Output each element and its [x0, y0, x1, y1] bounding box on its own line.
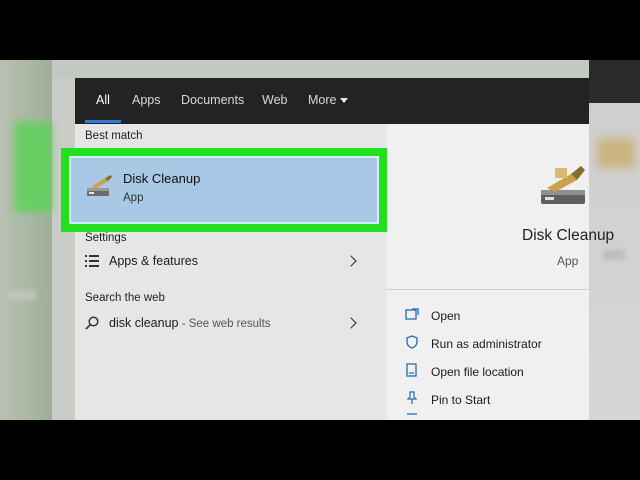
tab-apps[interactable]: Apps	[132, 78, 161, 124]
tab-more[interactable]: More	[308, 78, 336, 124]
chevron-right-icon[interactable]	[345, 255, 357, 267]
action-open[interactable]: Open	[387, 300, 589, 326]
action-run-admin-label: Run as administrator	[431, 337, 542, 351]
blurred-element	[603, 250, 625, 260]
best-match-title: Disk Cleanup	[123, 171, 201, 186]
section-settings: Settings	[85, 232, 127, 244]
preview-pane: Disk Cleanup App Open Run as administrat…	[387, 124, 614, 420]
disk-cleanup-icon	[87, 175, 112, 196]
shield-icon	[406, 335, 418, 349]
settings-result-row[interactable]: Apps & features	[75, 246, 385, 276]
blurred-disk-icon	[597, 138, 635, 168]
pin-icon	[406, 391, 418, 404]
chevron-down-icon	[340, 98, 348, 103]
tab-all[interactable]: All	[96, 78, 110, 124]
partial-action-icon	[407, 413, 417, 415]
action-pin-label: Pin to Start	[431, 393, 491, 407]
best-match-type: App	[123, 192, 144, 204]
tab-documents[interactable]: Documents	[181, 78, 244, 124]
web-result-row[interactable]: disk cleanup - See web results	[75, 308, 385, 338]
action-run-as-administrator[interactable]: Run as administrator	[387, 328, 589, 354]
action-open-file-location[interactable]: Open file location	[387, 356, 589, 382]
action-open-label: Open	[431, 309, 461, 323]
file-location-icon	[406, 363, 417, 377]
action-file-location-label: Open file location	[431, 365, 524, 379]
preview-title: Disk Cleanup	[522, 227, 615, 244]
settings-item-label: Apps & features	[109, 254, 198, 268]
action-pin-to-start[interactable]: Pin to Start	[387, 384, 589, 410]
best-match-result[interactable]: Disk Cleanup App	[69, 156, 379, 224]
chevron-right-icon[interactable]	[345, 317, 357, 329]
search-filter-tabs: All Apps Documents Web More	[75, 78, 589, 124]
section-search-web: Search the web	[85, 292, 165, 304]
web-query-suffix: - See web results	[178, 318, 271, 330]
section-best-match: Best match	[85, 130, 143, 142]
active-tab-indicator	[85, 120, 121, 123]
blurred-element	[6, 290, 36, 300]
tab-web[interactable]: Web	[262, 78, 287, 124]
screenshot-stage: All Apps Documents Web More Best match D…	[0, 60, 640, 420]
blurred-highlight	[14, 122, 52, 212]
results-pane: Best match Disk Cleanup App Settings App…	[61, 124, 389, 420]
search-icon	[85, 316, 99, 330]
web-query: disk cleanup	[109, 316, 179, 330]
open-icon	[405, 308, 419, 320]
start-search-panel: All Apps Documents Web More Best match D…	[61, 78, 614, 420]
web-result-text: disk cleanup - See web results	[109, 316, 271, 330]
preview-type: App	[557, 254, 579, 268]
desktop-background-top	[52, 60, 589, 78]
disk-cleanup-large-icon	[541, 166, 585, 204]
apps-list-icon	[85, 255, 99, 267]
divider	[387, 289, 589, 290]
desktop-background-left	[0, 60, 52, 420]
